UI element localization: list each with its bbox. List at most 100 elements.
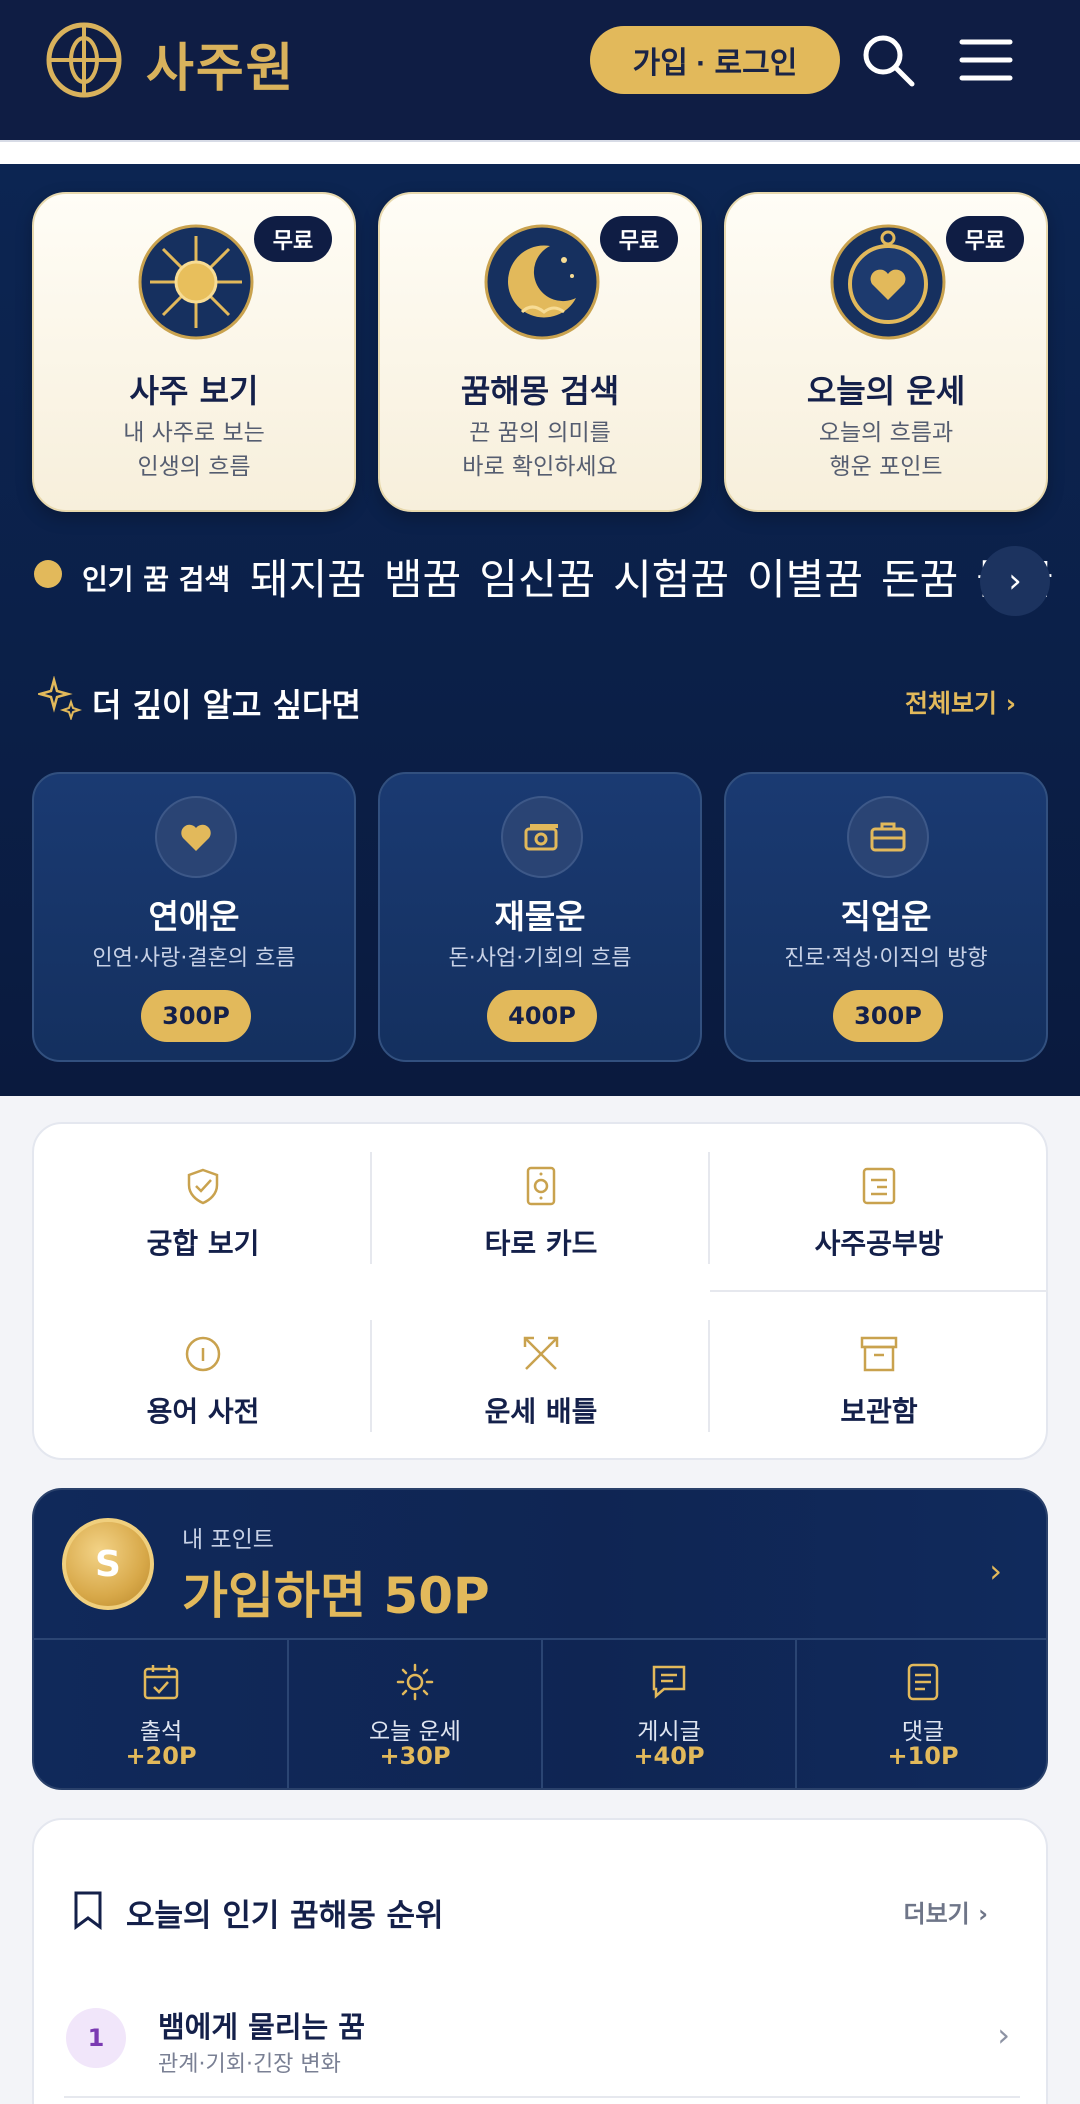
menu-item-archive[interactable]: 보관함 [710, 1292, 1048, 1460]
points-item-name: 게시글 [637, 1719, 701, 1745]
points-value: 가입하면 50P [182, 1567, 490, 1625]
deep-card-desc: 돈·사업·기회의 흐름 [448, 946, 632, 971]
free-card-desc: 끈 꿈의 의미를 바로 확인하세요 [462, 420, 618, 480]
menu-item-label: 타로 카드 [484, 1227, 598, 1260]
info-icon [185, 1336, 221, 1372]
my-points-panel[interactable]: S 내 포인트 가입하면 50P › 출석 +20P 오늘 운세 +30P 게시… [32, 1488, 1048, 1790]
book-icon [862, 1167, 896, 1205]
popular-terms: 돼지꿈 뱀꿈 임신꿈 시험꿈 이별꿈 돈꿈 물꿈 [250, 546, 1054, 607]
more-link[interactable]: 더보기 › [904, 1894, 989, 1929]
points-item-attendance[interactable]: 출석 +20P [34, 1640, 288, 1788]
points-item-value: +40P [633, 1742, 705, 1770]
menu-item-dictionary[interactable]: 용어 사전 [34, 1292, 372, 1460]
points-item-value: +10P [887, 1742, 959, 1770]
coin-icon: S [62, 1518, 154, 1610]
popular-term[interactable]: 돈꿈 [881, 546, 958, 607]
free-card-title: 사주 보기 [129, 372, 259, 410]
free-card-title: 꿈해몽 검색 [460, 372, 620, 410]
menu-item-label: 용어 사전 [146, 1395, 260, 1428]
tarot-card-icon [526, 1166, 556, 1206]
points-item-name: 출석 [139, 1719, 183, 1745]
compass-icon [830, 224, 946, 340]
rank-item-name: 뱀에게 물리는 꿈 [158, 2010, 365, 2044]
deep-card-name: 직업운 [840, 897, 932, 936]
menu-item-label: 사주공부방 [814, 1227, 944, 1260]
popular-dream-search: 인기 꿈 검색 돼지꿈 뱀꿈 임신꿈 시험꿈 이별꿈 돈꿈 물꿈 › [0, 536, 1080, 616]
grid-divider [370, 1320, 372, 1432]
hamburger-menu-icon[interactable] [958, 32, 1014, 88]
menu-item-tarot[interactable]: 타로 카드 [372, 1124, 710, 1292]
note-icon [907, 1663, 939, 1701]
login-button[interactable]: 가입 · 로그인 [590, 26, 840, 94]
free-card-desc: 내 사주로 보는 인생의 흐름 [123, 420, 265, 480]
free-card-dream[interactable]: 무료 꿈해몽 검색 끈 꿈의 의미를 바로 확인하세요 [378, 192, 702, 512]
heart-shield-icon [187, 1168, 219, 1205]
ranking-row[interactable]: 1 뱀에게 물리는 꿈 관계·기회·긴장 변화 › [64, 1990, 1020, 2100]
free-card-desc: 오늘의 흐름과 행운 포인트 [818, 420, 954, 480]
briefcase-icon [847, 796, 929, 878]
menu-item-battle[interactable]: 운세 배틀 [372, 1292, 710, 1460]
rank-item-sub: 관계·기회·긴장 변화 [158, 2052, 341, 2077]
logo-text[interactable]: 사주원 [146, 26, 296, 101]
points-item-fortune[interactable]: 오늘 운세 +30P [288, 1640, 542, 1788]
popular-term[interactable]: 이별꿈 [747, 546, 863, 607]
price-badge: 300P [141, 990, 251, 1042]
sun-icon [138, 224, 254, 340]
menu-item-label: 보관함 [840, 1395, 918, 1428]
rank-number: 1 [66, 2008, 126, 2068]
bookmark-icon [74, 1891, 102, 1930]
crossed-arrows-icon [523, 1336, 559, 1370]
price-badge: 300P [833, 990, 943, 1042]
money-icon [501, 796, 583, 878]
popular-term[interactable]: 돼지꿈 [250, 546, 366, 607]
row-divider [64, 2096, 1020, 2098]
free-card-title: 오늘의 운세 [806, 372, 966, 410]
deep-card-desc: 인연·사랑·결혼의 흐름 [92, 946, 296, 971]
dream-ranking-panel: 오늘의 인기 꿈해몽 순위 더보기 › 1 뱀에게 물리는 꿈 관계·기회·긴장… [32, 1818, 1048, 2104]
free-badge: 무료 [254, 216, 332, 262]
logo-icon[interactable] [44, 20, 124, 100]
menu-item-label: 궁합 보기 [146, 1227, 260, 1260]
archive-box-icon [860, 1336, 898, 1372]
header-divider [0, 140, 1080, 164]
popular-term[interactable]: 시험꿈 [613, 546, 729, 607]
popular-next-button[interactable]: › [980, 546, 1050, 616]
bullet-dot [34, 560, 62, 588]
grid-divider [708, 1320, 710, 1432]
grid-divider [708, 1152, 710, 1264]
free-badge: 무료 [600, 216, 678, 262]
points-item-comment[interactable]: 댓글 +10P [796, 1640, 1046, 1788]
popular-term[interactable]: 임신꿈 [479, 546, 595, 607]
chat-icon [652, 1665, 686, 1699]
points-label: 내 포인트 [182, 1527, 274, 1553]
deep-card-career[interactable]: 직업운 진로·적성·이직의 방향 300P [724, 772, 1048, 1062]
popular-label: 인기 꿈 검색 [82, 563, 231, 596]
deep-card-love[interactable]: 연애운 인연·사랑·결혼의 흐름 300P [32, 772, 356, 1062]
deep-card-name: 재물운 [494, 897, 586, 936]
deep-section-title: 더 깊이 알고 싶다면 [92, 686, 361, 724]
search-icon[interactable] [858, 30, 918, 90]
menu-item-study[interactable]: 사주공부방 [710, 1124, 1048, 1292]
ranking-title: 오늘의 인기 꿈해몽 순위 [126, 1898, 444, 1934]
chevron-right-icon[interactable]: › [989, 1552, 1002, 1590]
menu-item-label: 운세 배틀 [484, 1395, 598, 1428]
popular-term[interactable]: 뱀꿈 [384, 546, 461, 607]
deep-card-wealth[interactable]: 재물운 돈·사업·기회의 흐름 400P [378, 772, 702, 1062]
points-item-value: +30P [379, 1742, 451, 1770]
points-item-post[interactable]: 게시글 +40P [542, 1640, 796, 1788]
hero-section: 무료 사주 보기 내 사주로 보는 인생의 흐름 무료 꿈해몽 검색 끈 꿈의 의… [0, 164, 1080, 1096]
menu-grid: 궁합 보기 타로 카드 사주공부방 용어 사전 운세 배틀 보관함 [32, 1122, 1048, 1460]
top-header: 사주원 가입 · 로그인 [0, 0, 1080, 140]
points-item-name: 댓글 [901, 1719, 945, 1745]
sparkle-icon [38, 676, 82, 720]
free-card-saju[interactable]: 무료 사주 보기 내 사주로 보는 인생의 흐름 [32, 192, 356, 512]
deep-card-desc: 진로·적성·이직의 방향 [784, 946, 988, 971]
chevron-right-icon: › [997, 2016, 1010, 2054]
menu-item-compatibility[interactable]: 궁합 보기 [34, 1124, 372, 1292]
points-item-name: 오늘 운세 [369, 1719, 461, 1745]
free-card-today[interactable]: 무료 오늘의 운세 오늘의 흐름과 행운 포인트 [724, 192, 1048, 512]
heart-icon [155, 796, 237, 878]
calendar-check-icon [143, 1665, 179, 1700]
view-all-link[interactable]: 전체보기 › [905, 684, 1016, 720]
free-badge: 무료 [946, 216, 1024, 262]
